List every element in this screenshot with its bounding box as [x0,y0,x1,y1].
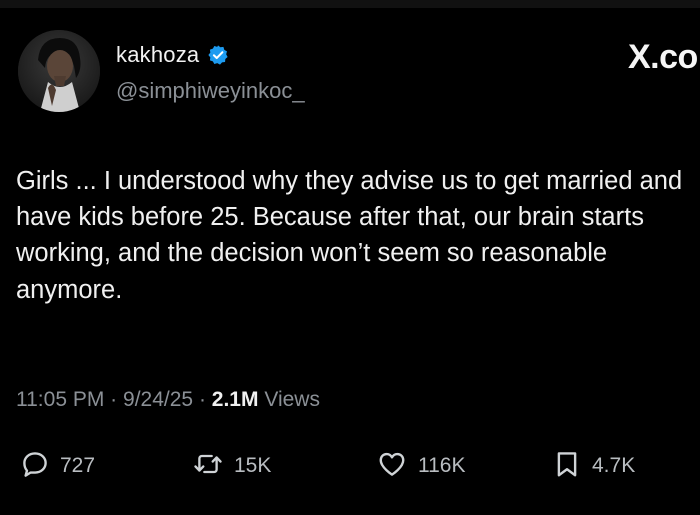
meta-separator: · [198,388,206,411]
reply-button[interactable]: 727 [20,450,95,482]
bookmark-icon [552,449,582,484]
display-name[interactable]: kakhoza [116,42,199,68]
tweet-time[interactable]: 11:05 PM [16,388,104,411]
meta-separator: · [110,388,118,411]
like-count: 116K [418,454,466,477]
display-name-row: kakhoza [116,42,229,68]
heart-icon [376,449,408,484]
tweet-date[interactable]: 9/24/25 [123,388,193,411]
tweet-meta: 11:05 PM · 9/24/25 · 2.1M Views [16,388,320,412]
reply-count: 727 [60,454,96,477]
top-edge [0,0,700,8]
tweet-screenshot: kakhoza @simphiweyinkoc_ X.co Girls ... … [0,0,700,515]
bookmark-count: 4.7K [592,454,636,477]
verified-badge-icon [207,44,229,66]
action-bar: 727 15K 116K 4.7K [16,450,686,482]
reply-icon [20,449,50,484]
views-count: 2.1M [211,388,259,411]
x-logo: X.co [628,38,698,76]
repost-count: 15K [234,454,272,477]
avatar[interactable] [18,30,100,112]
repost-icon [192,449,224,484]
like-button[interactable]: 116K [376,450,466,482]
views-label: Views [264,388,320,411]
bookmark-button[interactable]: 4.7K [552,450,635,482]
avatar-image [18,30,100,112]
repost-button[interactable]: 15K [192,450,271,482]
tweet-text: Girls ... I understood why they advise u… [16,167,683,304]
user-handle[interactable]: @simphiweyinkoc_ [116,78,305,104]
